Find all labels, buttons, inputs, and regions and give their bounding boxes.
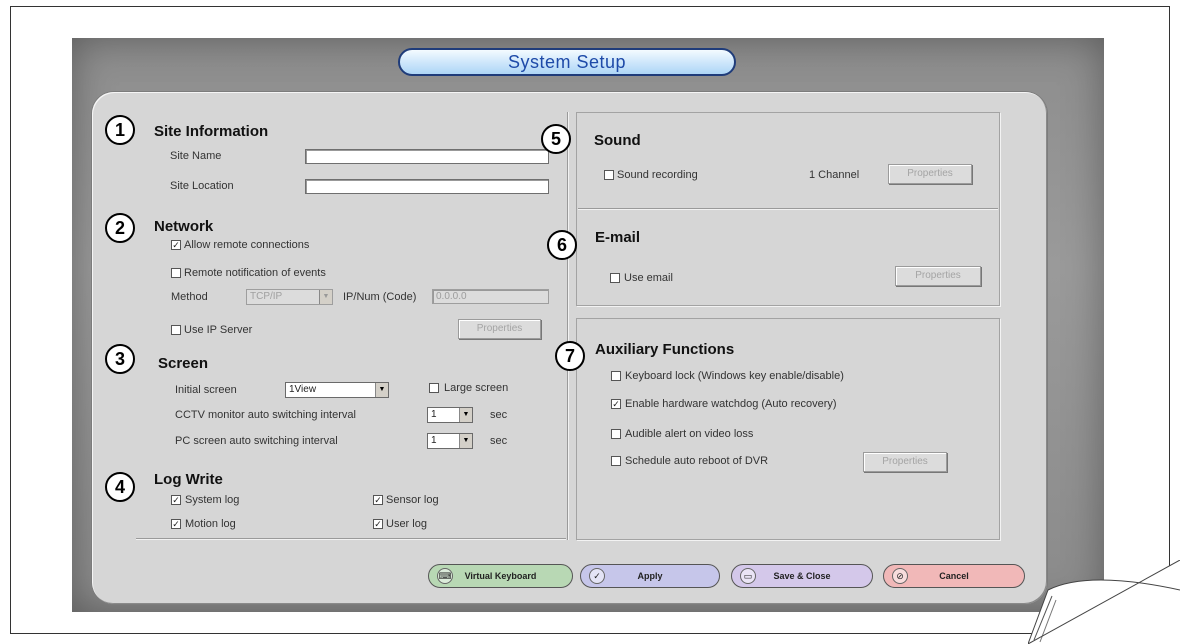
system-log-label: System log (185, 494, 240, 506)
use-ip-server-checkbox[interactable] (171, 325, 181, 335)
large-screen-checkbox[interactable] (429, 383, 439, 393)
site-location-label: Site Location (170, 180, 234, 192)
pc-interval-label: PC screen auto switching interval (175, 435, 338, 447)
user-log-checkbox[interactable]: ✓ (373, 519, 383, 529)
method-select[interactable]: TCP/IP ▼ (246, 289, 333, 305)
method-label: Method (171, 291, 208, 303)
section-number-6: 6 (547, 230, 577, 260)
section-number-7: 7 (555, 341, 585, 371)
initial-screen-value: 1View (289, 384, 317, 395)
save-close-label: Save & Close (773, 571, 831, 581)
hardware-watchdog-label: Enable hardware watchdog (Auto recovery) (625, 398, 837, 410)
remote-notification-checkbox[interactable] (171, 268, 181, 278)
initial-screen-select[interactable]: 1View ▼ (285, 382, 389, 398)
user-log-label: User log (386, 518, 427, 530)
method-dropdown-icon: ▼ (319, 290, 332, 304)
large-screen-label: Large screen (444, 382, 509, 394)
hardware-watchdog-checkbox[interactable]: ✓ (611, 399, 621, 409)
sensor-log-checkbox[interactable]: ✓ (373, 495, 383, 505)
audible-alert-label: Audible alert on video loss (625, 428, 754, 440)
audible-alert-checkbox[interactable] (611, 429, 621, 439)
remote-notification-label: Remote notification of events (184, 267, 326, 279)
apply-icon: ✓ (589, 568, 605, 584)
email-title: E-mail (595, 229, 641, 246)
method-value: TCP/IP (250, 291, 283, 302)
log-write-title: Log Write (154, 471, 223, 488)
channel-label: 1 Channel (809, 169, 860, 181)
keyboard-lock-checkbox[interactable] (611, 371, 621, 381)
apply-label: Apply (637, 571, 663, 581)
ipnum-field[interactable]: 0.0.0.0 (432, 289, 549, 304)
section-number-3: 3 (105, 344, 135, 374)
sound-email-divider (578, 208, 998, 210)
motion-log-checkbox[interactable]: ✓ (171, 519, 181, 529)
site-location-field[interactable] (305, 179, 549, 194)
email-properties-button[interactable]: Properties (895, 266, 981, 286)
cancel-button[interactable]: ⊘ Cancel (883, 564, 1025, 588)
left-bottom-rule (136, 538, 566, 540)
motion-log-label: Motion log (185, 518, 236, 530)
apply-button[interactable]: ✓ Apply (580, 564, 720, 588)
sound-title: Sound (594, 132, 641, 149)
sound-properties-button[interactable]: Properties (888, 164, 972, 184)
column-divider (567, 112, 569, 540)
section-number-2: 2 (105, 213, 135, 243)
keyboard-lock-label: Keyboard lock (Windows key enable/disabl… (625, 370, 844, 382)
virtual-keyboard-button[interactable]: ⌨ Virtual Keyboard (428, 564, 573, 588)
window-title: System Setup (398, 48, 736, 76)
section-number-5: 5 (541, 124, 571, 154)
section-number-1: 1 (105, 115, 135, 145)
use-email-checkbox[interactable] (610, 273, 620, 283)
cancel-label: Cancel (939, 571, 969, 581)
cctv-interval-dropdown-icon: ▼ (459, 408, 472, 422)
sensor-log-label: Sensor log (386, 494, 439, 506)
pc-interval-dropdown-icon: ▼ (459, 434, 472, 448)
auto-reboot-checkbox[interactable] (611, 456, 621, 466)
network-properties-button[interactable]: Properties (458, 319, 541, 339)
allow-remote-checkbox[interactable]: ✓ (171, 240, 181, 250)
screen-title: Screen (158, 355, 209, 372)
site-name-label: Site Name (170, 150, 222, 162)
use-email-label: Use email (624, 272, 673, 284)
save-icon: ▭ (740, 568, 756, 584)
auxiliary-functions-title: Auxiliary Functions (595, 341, 735, 358)
cctv-interval-value: 1 (431, 409, 437, 420)
pc-interval-select[interactable]: 1 ▼ (427, 433, 473, 449)
initial-screen-label: Initial screen (175, 384, 237, 396)
virtual-keyboard-label: Virtual Keyboard (464, 571, 537, 581)
pc-interval-value: 1 (431, 435, 437, 446)
keyboard-icon: ⌨ (437, 568, 453, 584)
save-close-button[interactable]: ▭ Save & Close (731, 564, 873, 588)
cctv-interval-select[interactable]: 1 ▼ (427, 407, 473, 423)
cancel-icon: ⊘ (892, 568, 908, 584)
sound-recording-checkbox[interactable] (604, 170, 614, 180)
site-information-title: Site Information (154, 123, 269, 140)
aux-properties-button[interactable]: Properties (863, 452, 947, 472)
cctv-sec-label: sec (490, 409, 508, 421)
system-log-checkbox[interactable]: ✓ (171, 495, 181, 505)
page-curl-decoration (1028, 560, 1180, 644)
allow-remote-label: Allow remote connections (184, 239, 310, 251)
sound-recording-label: Sound recording (617, 169, 698, 181)
cctv-interval-label: CCTV monitor auto switching interval (175, 409, 356, 421)
site-name-field[interactable] (305, 149, 549, 164)
section-number-4: 4 (105, 472, 135, 502)
initial-screen-dropdown-icon: ▼ (375, 383, 388, 397)
network-title: Network (154, 218, 214, 235)
pc-sec-label: sec (490, 435, 508, 447)
ipnum-label: IP/Num (Code) (343, 291, 417, 303)
auto-reboot-label: Schedule auto reboot of DVR (625, 455, 769, 467)
use-ip-server-label: Use IP Server (184, 324, 253, 336)
